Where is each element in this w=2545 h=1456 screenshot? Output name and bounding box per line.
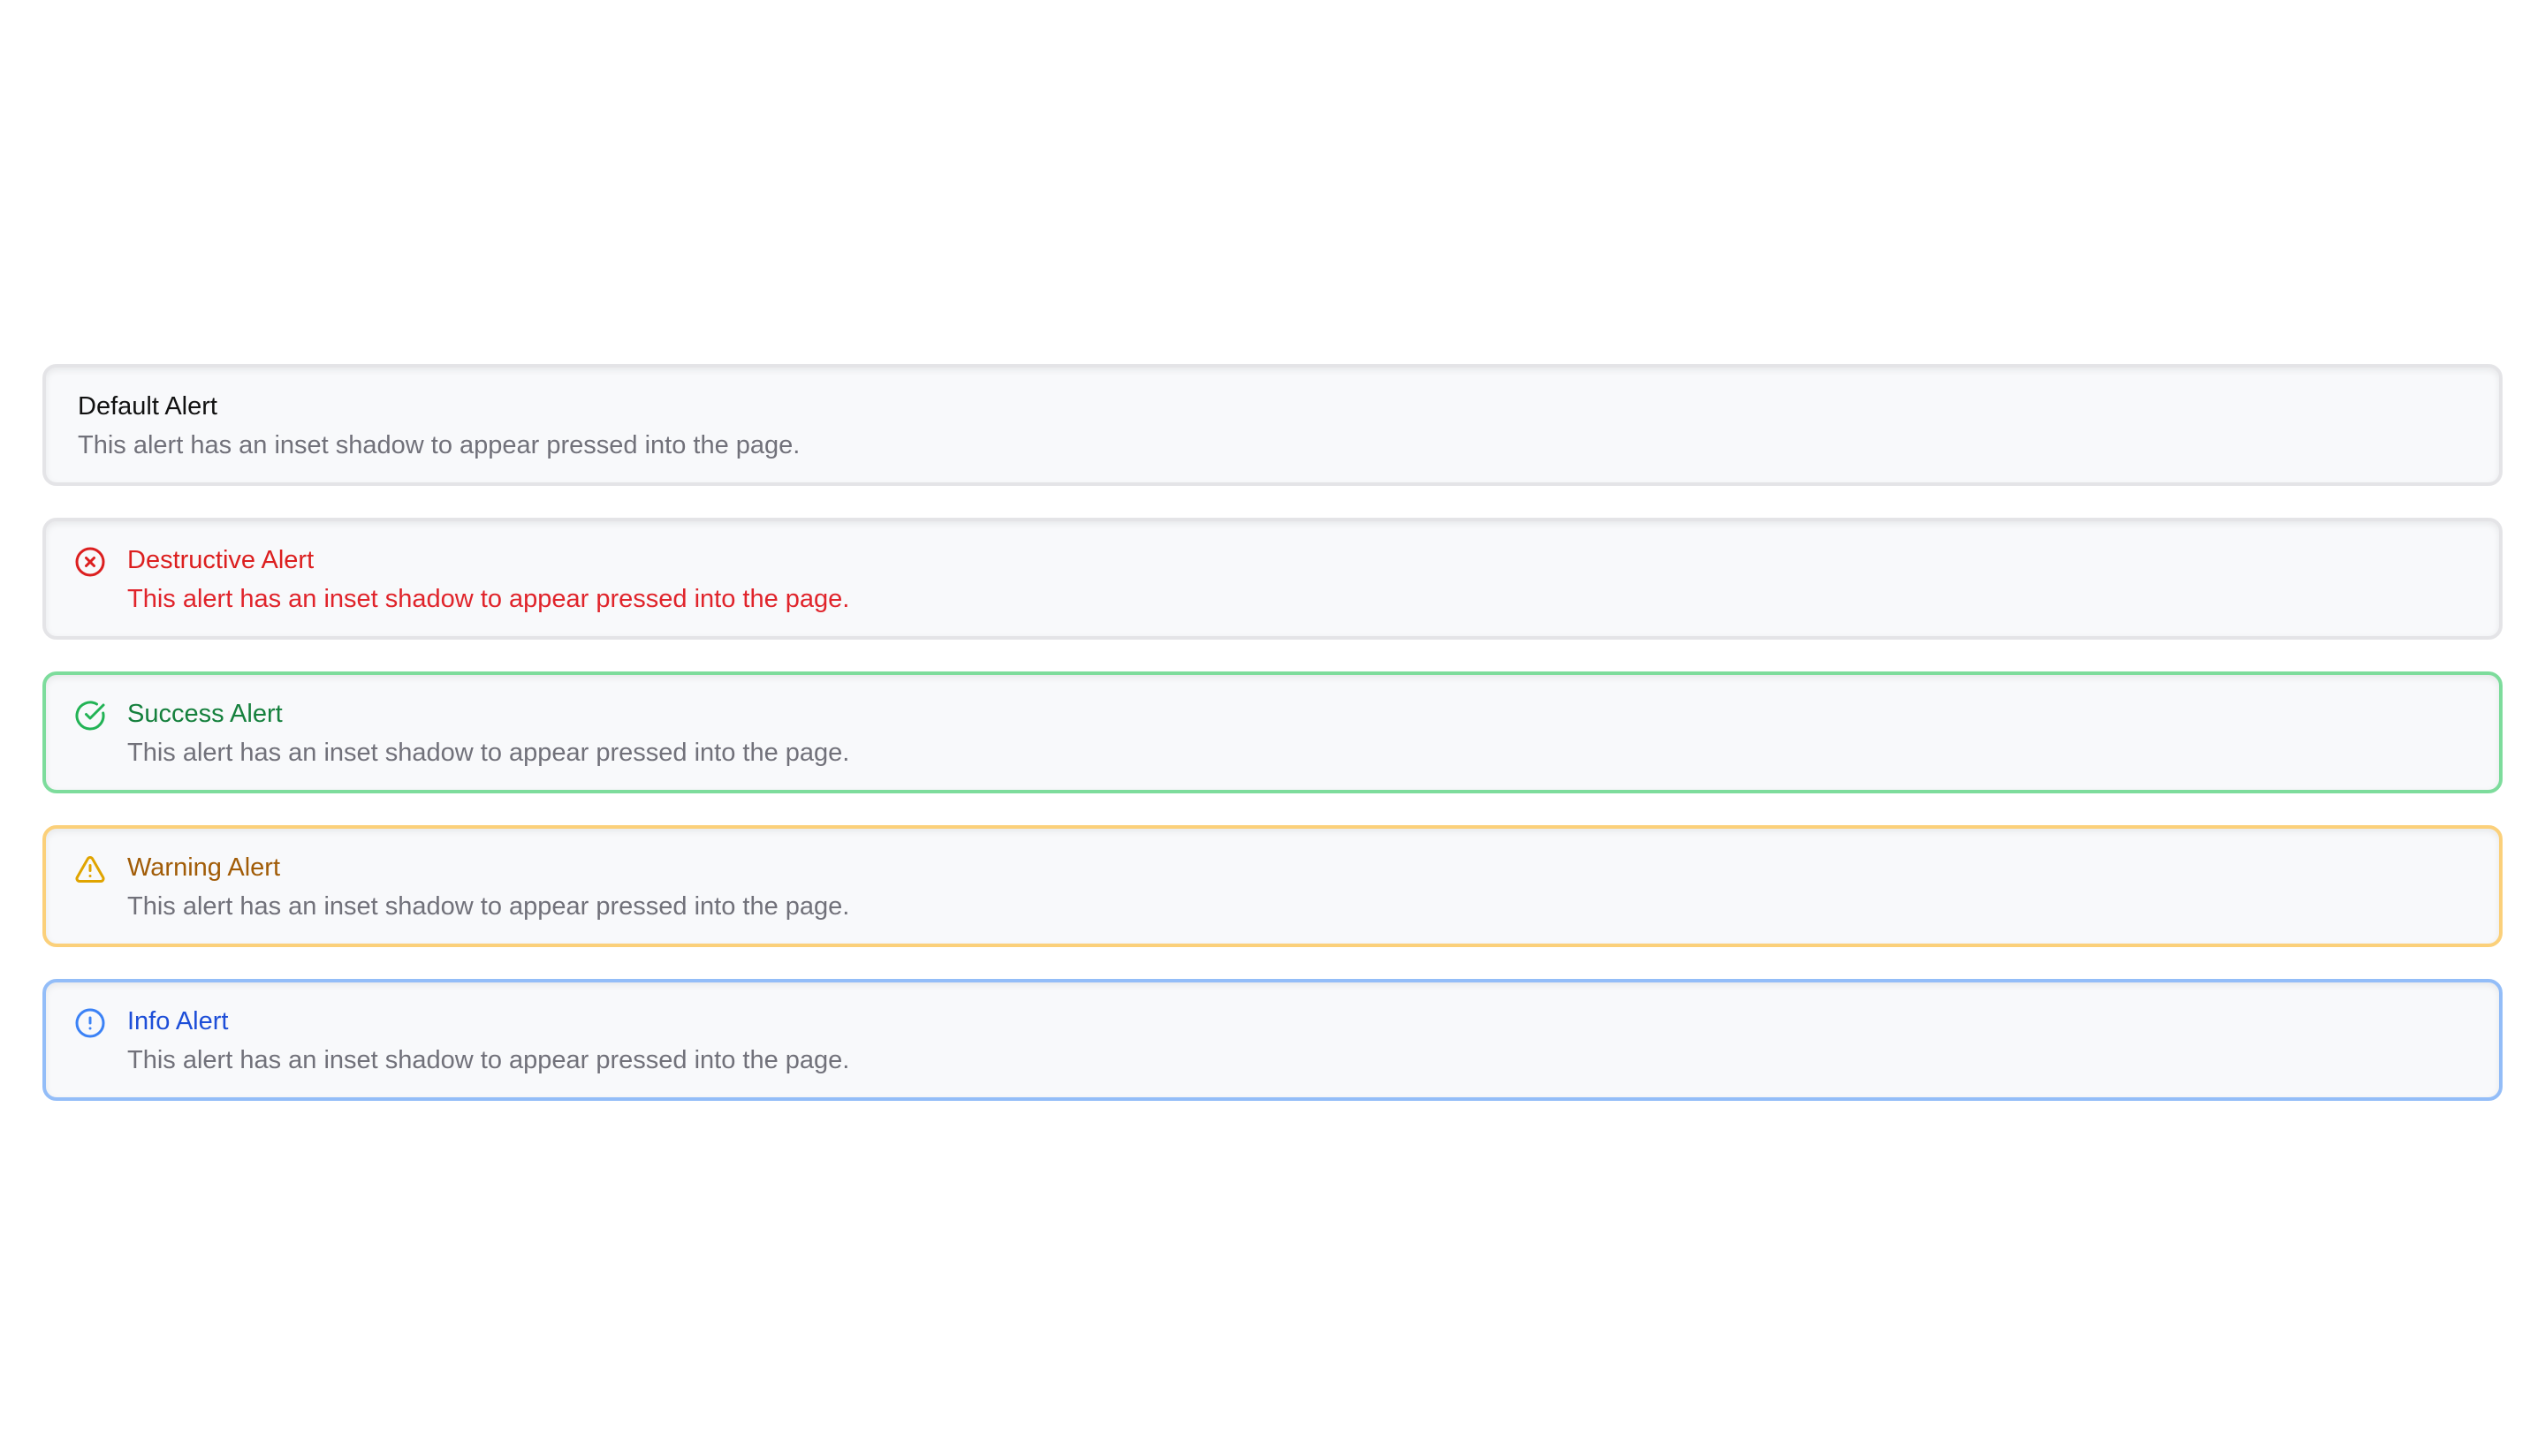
alert-description: This alert has an inset shadow to appear… (127, 1046, 850, 1074)
alert-warning: Warning Alert This alert has an inset sh… (42, 825, 2503, 947)
alert-info: Info Alert This alert has an inset shado… (42, 979, 2503, 1101)
alert-title: Info Alert (127, 1007, 229, 1035)
alert-stack: Default Alert This alert has an inset sh… (42, 364, 2503, 1101)
alert-title: Default Alert (78, 392, 217, 421)
alert-description: This alert has an inset shadow to appear… (127, 739, 850, 767)
alert-destructive: Destructive Alert This alert has an inse… (42, 518, 2503, 640)
alert-description: This alert has an inset shadow to appear… (78, 431, 801, 459)
warning-triangle-icon (74, 853, 106, 885)
alert-success: Success Alert This alert has an inset sh… (42, 671, 2503, 793)
alert-default: Default Alert This alert has an inset sh… (42, 364, 2503, 486)
alert-title: Success Alert (127, 700, 283, 728)
alert-description: This alert has an inset shadow to appear… (127, 585, 850, 613)
alert-title: Warning Alert (127, 853, 280, 882)
check-circle-icon (74, 700, 106, 732)
info-circle-icon (74, 1007, 106, 1039)
x-circle-icon (74, 546, 106, 578)
alert-description: This alert has an inset shadow to appear… (127, 892, 850, 921)
alert-title: Destructive Alert (127, 546, 315, 574)
